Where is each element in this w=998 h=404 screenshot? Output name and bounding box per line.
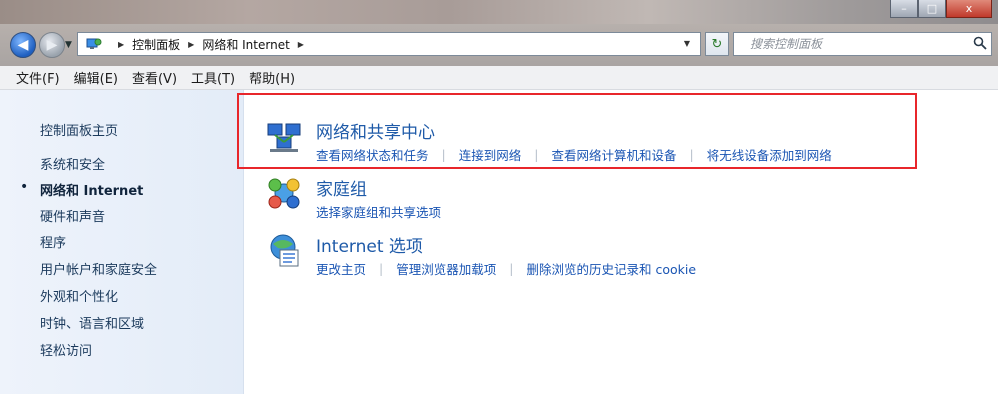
menu-tools[interactable]: 工具(T) (185, 68, 241, 87)
category-title[interactable]: 家庭组 (316, 175, 367, 200)
bottom-margin (0, 394, 998, 404)
sidebar: 控制面板主页 系统和安全 • 网络和 Internet 硬件和声音 程序 用户帐… (0, 90, 244, 394)
link-divider: | (379, 261, 384, 276)
menu-file[interactable]: 文件(F) (10, 68, 66, 87)
navigation-bar: ◀ ▶ ▼ ▶ 控制面板 ▶ 网络和 Internet ▶ ▼ ↻ (0, 24, 998, 66)
menu-help[interactable]: 帮助(H) (243, 68, 301, 87)
link-view-network-computers[interactable]: 查看网络计算机和设备 (551, 145, 676, 164)
back-button[interactable]: ◀ (10, 32, 36, 58)
control-panel-icon (86, 38, 102, 49)
sidebar-item-programs[interactable]: 程序 (40, 232, 66, 251)
menu-view[interactable]: 查看(V) (126, 68, 183, 87)
link-change-home-page[interactable]: 更改主页 (316, 259, 366, 278)
link-delete-history[interactable]: 删除浏览的历史记录和 cookie (526, 259, 696, 278)
link-connect-to-network[interactable]: 连接到网络 (459, 145, 522, 164)
minimize-button[interactable]: – (890, 0, 918, 18)
address-bar[interactable]: ▶ 控制面板 ▶ 网络和 Internet ▶ ▼ (77, 32, 701, 56)
link-divider: | (534, 147, 539, 162)
category-title[interactable]: Internet 选项 (316, 232, 423, 257)
category-title[interactable]: 网络和共享中心 (316, 118, 435, 143)
link-homegroup-sharing-options[interactable]: 选择家庭组和共享选项 (316, 202, 441, 221)
link-view-network-status[interactable]: 查看网络状态和任务 (316, 145, 429, 164)
refresh-button[interactable]: ↻ (705, 32, 729, 56)
recent-pages-chevron-icon[interactable]: ▼ (65, 40, 72, 50)
menu-bar: 文件(F) 编辑(E) 查看(V) 工具(T) 帮助(H) (0, 66, 998, 90)
sidebar-item-user-accounts[interactable]: 用户帐户和家庭安全 (40, 259, 157, 278)
breadcrumb-network-internet[interactable]: 网络和 Internet (202, 36, 289, 53)
title-bar: – □ x (0, 0, 998, 24)
sidebar-item-hardware-sound[interactable]: 硬件和声音 (40, 206, 105, 225)
sidebar-item-ease-of-access[interactable]: 轻松访问 (40, 340, 92, 359)
sidebar-item-appearance[interactable]: 外观和个性化 (40, 286, 118, 305)
breadcrumb-separator-icon[interactable]: ▶ (118, 40, 124, 49)
link-manage-addons[interactable]: 管理浏览器加载项 (396, 259, 496, 278)
forward-button[interactable]: ▶ (39, 32, 65, 58)
search-box[interactable] (733, 32, 992, 56)
address-dropdown-icon[interactable]: ▼ (684, 39, 690, 48)
breadcrumb-separator-icon[interactable]: ▶ (298, 40, 304, 49)
internet-options-icon[interactable] (266, 232, 302, 268)
sidebar-item-control-panel-home[interactable]: 控制面板主页 (40, 120, 118, 139)
sidebar-item-system-security[interactable]: 系统和安全 (40, 154, 105, 173)
breadcrumb-separator-icon[interactable]: ▶ (188, 40, 194, 49)
current-item-bullet-icon: • (20, 179, 29, 195)
close-button[interactable]: x (946, 0, 992, 18)
sidebar-item-network-internet[interactable]: 网络和 Internet (40, 180, 143, 199)
maximize-button[interactable]: □ (918, 0, 946, 18)
link-divider: | (509, 261, 514, 276)
category-links: 选择家庭组和共享选项 (316, 202, 441, 221)
category-links: 更改主页 | 管理浏览器加载项 | 删除浏览的历史记录和 cookie (316, 259, 696, 278)
window-controls: – □ x (890, 0, 992, 18)
link-divider: | (689, 147, 694, 162)
sidebar-item-clock-language[interactable]: 时钟、语言和区域 (40, 313, 144, 332)
breadcrumb-control-panel[interactable]: 控制面板 (132, 36, 180, 53)
link-divider: | (441, 147, 446, 162)
link-add-wireless-device[interactable]: 将无线设备添加到网络 (707, 145, 832, 164)
search-input[interactable] (750, 34, 970, 54)
homegroup-icon[interactable] (266, 175, 302, 211)
search-icon[interactable] (973, 36, 987, 50)
network-sharing-icon[interactable] (266, 118, 302, 154)
category-links: 查看网络状态和任务 | 连接到网络 | 查看网络计算机和设备 | 将无线设备添加… (316, 145, 832, 164)
menu-edit[interactable]: 编辑(E) (68, 68, 124, 87)
